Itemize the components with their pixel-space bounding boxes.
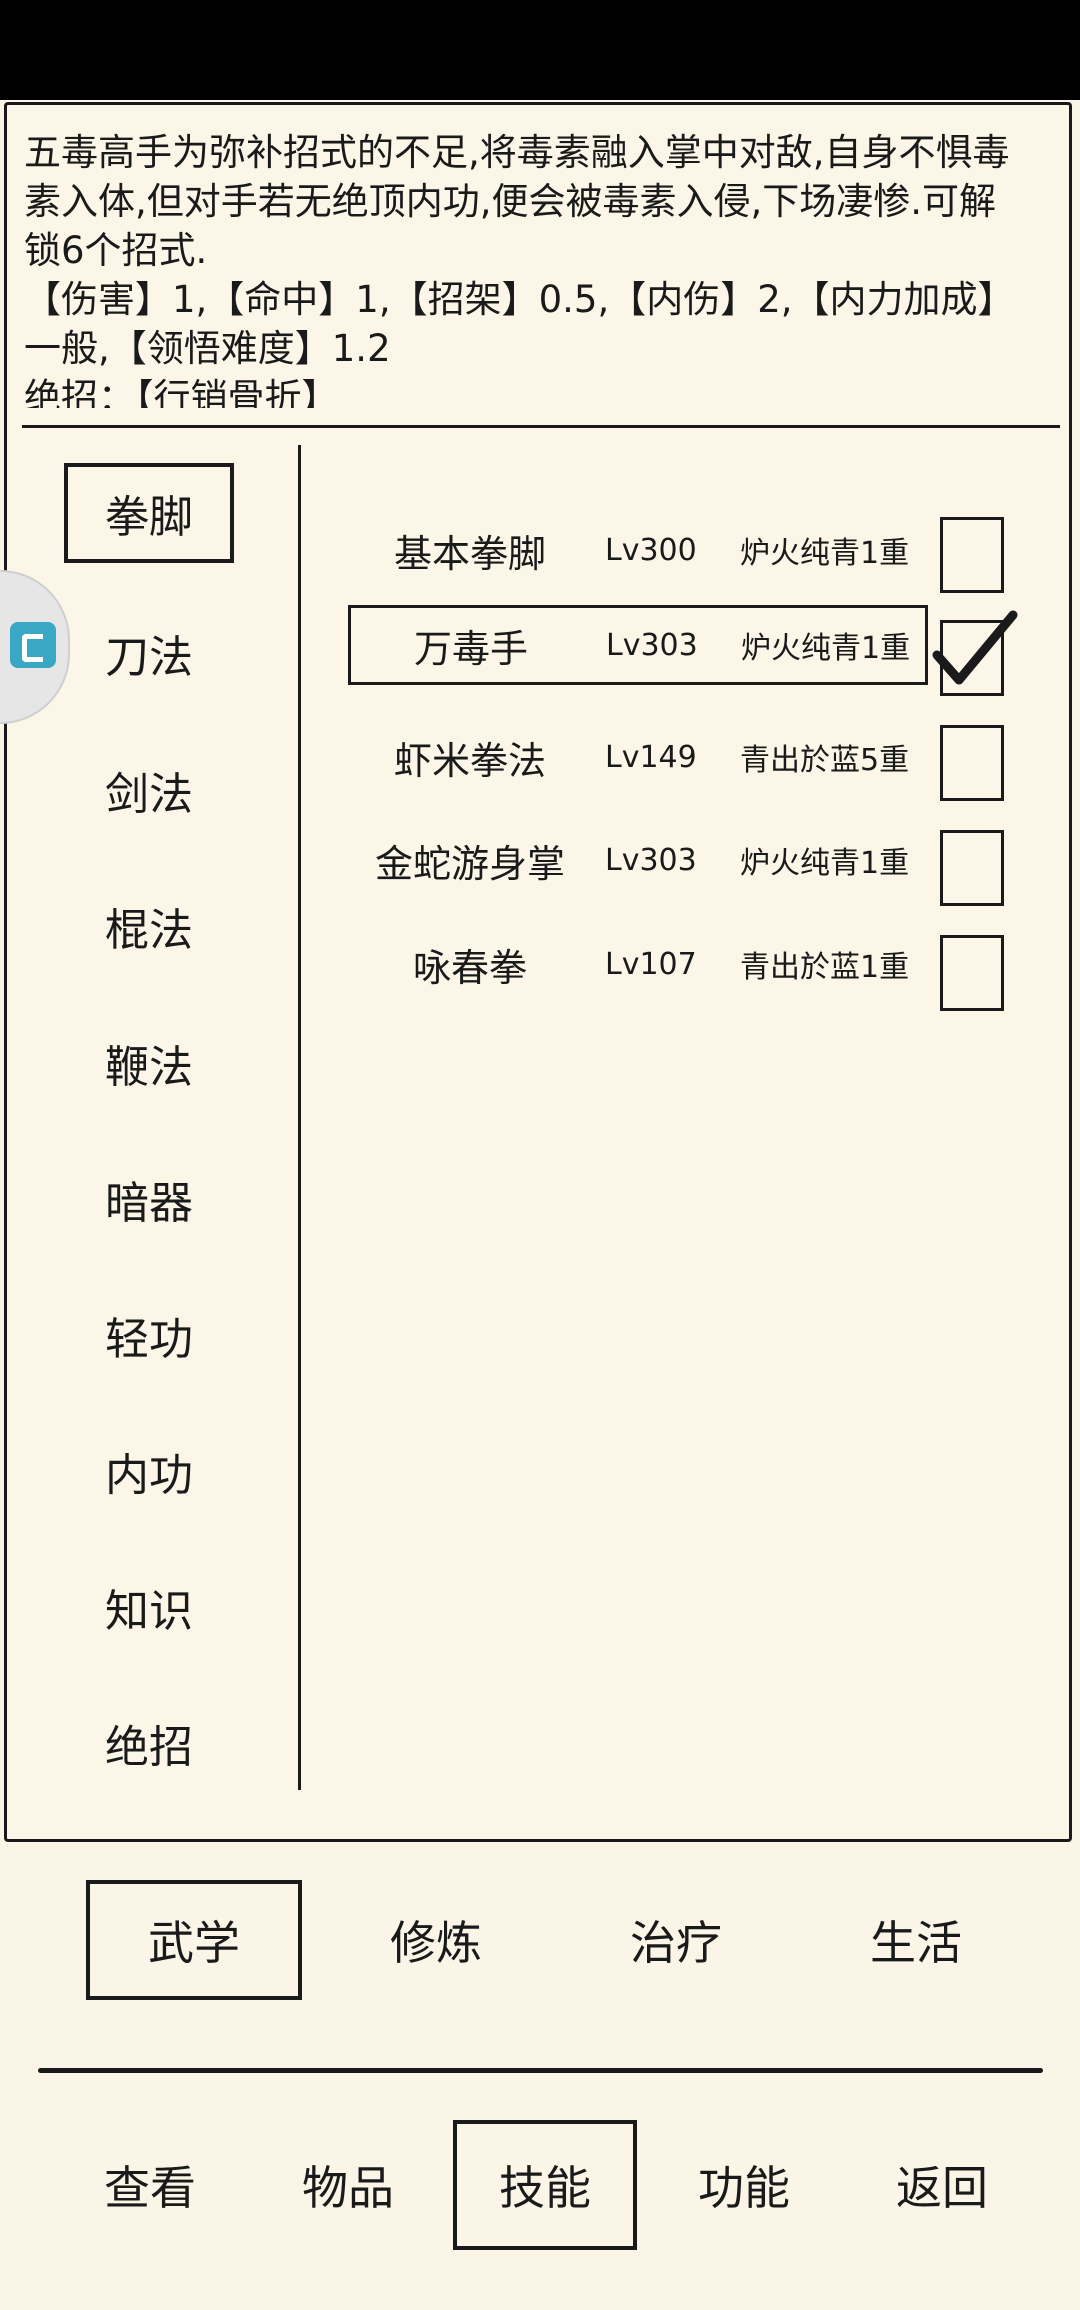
- skill-description: 五毒高手为弥补招式的不足,将毒素融入掌中对敌,自身不惧毒 素入体,但对手若无绝顶…: [24, 128, 1044, 408]
- category-neigong[interactable]: 内功: [64, 1421, 234, 1521]
- category-bianfa[interactable]: 鞭法: [64, 1013, 234, 1113]
- skill-checkbox[interactable]: [932, 610, 1018, 696]
- skill-level: Lv149: [605, 739, 697, 775]
- description-line: 一般,【领悟难度】1.2: [24, 327, 391, 370]
- tab-label: 治疗: [630, 1916, 722, 1970]
- description-line: 【伤害】1,【命中】1,【招架】0.5,【内伤】2,【内力加成】: [24, 278, 1015, 321]
- category-juezhao[interactable]: 绝招: [64, 1693, 234, 1793]
- category-quanjiao[interactable]: 拳脚: [64, 463, 234, 563]
- tab-label: 武学: [148, 1916, 240, 1970]
- category-jianfa[interactable]: 剑法: [64, 740, 234, 840]
- category-label: 拳脚: [105, 492, 193, 543]
- category-anqi[interactable]: 暗器: [64, 1149, 234, 1249]
- skill-realm: 炉火纯青1重: [740, 536, 910, 571]
- tab-xiulian[interactable]: 修炼: [328, 1880, 544, 2000]
- skill-checkbox[interactable]: [940, 725, 1004, 801]
- category-qinggong[interactable]: 轻功: [64, 1285, 234, 1385]
- skill-level: Lv300: [605, 532, 697, 568]
- divider: [22, 425, 1060, 428]
- category-label: 棍法: [105, 905, 193, 956]
- tab-zhiliao[interactable]: 治疗: [568, 1880, 784, 2000]
- nav-label: 技能: [499, 2161, 591, 2215]
- nav-label: 查看: [104, 2161, 196, 2215]
- skill-name: 基本拳脚: [393, 531, 546, 576]
- skill-level: Lv303: [605, 842, 697, 878]
- category-label: 知识: [105, 1586, 193, 1637]
- skill-row[interactable]: 咏春拳 Lv107 青出於蓝1重: [350, 924, 930, 1004]
- nav-view[interactable]: 查看: [60, 2120, 240, 2250]
- nav-back[interactable]: 返回: [852, 2120, 1032, 2250]
- checkmark-icon: [932, 610, 1018, 685]
- skill-name: 金蛇游身掌: [374, 841, 565, 886]
- skill-realm: 青出於蓝5重: [740, 743, 910, 778]
- skill-name: 虾米拳法: [393, 738, 546, 783]
- skill-row[interactable]: 基本拳脚 Lv300 炉火纯青1重: [350, 510, 930, 590]
- description-line: 锁6个招式.: [24, 229, 208, 272]
- skill-checkbox[interactable]: [940, 830, 1004, 906]
- tab-label: 生活: [870, 1916, 962, 1970]
- skill-row[interactable]: 金蛇游身掌 Lv303 炉火纯青1重: [350, 820, 930, 900]
- tab-wuxue[interactable]: 武学: [86, 1880, 302, 2000]
- nav-items[interactable]: 物品: [258, 2120, 438, 2250]
- nav-label: 功能: [698, 2161, 790, 2215]
- skill-checkbox[interactable]: [940, 517, 1004, 593]
- category-label: 轻功: [105, 1314, 193, 1365]
- category-label: 内功: [105, 1450, 193, 1501]
- category-label: 绝招: [105, 1722, 193, 1773]
- app-shortcut-icon: [10, 622, 56, 668]
- skill-realm: 炉火纯青1重: [740, 846, 910, 881]
- description-line: 绝招：【行销骨折】: [24, 376, 339, 408]
- skill-checkbox[interactable]: [940, 935, 1004, 1011]
- tab-shenghuo[interactable]: 生活: [808, 1880, 1024, 2000]
- description-line: 素入体,但对手若无绝顶内功,便会被毒素入侵,下场凄惨.可解: [24, 180, 997, 223]
- tab-label: 修炼: [390, 1916, 482, 1970]
- skill-level: Lv107: [605, 946, 697, 982]
- status-bar: [0, 0, 1080, 100]
- skill-name: 万毒手: [413, 626, 528, 671]
- skill-realm: 炉火纯青1重: [741, 631, 911, 666]
- nav-label: 返回: [896, 2161, 988, 2215]
- skill-realm: 青出於蓝1重: [740, 950, 910, 985]
- category-label: 剑法: [105, 769, 193, 820]
- category-label: 暗器: [105, 1178, 193, 1229]
- divider: [38, 2068, 1043, 2073]
- nav-functions[interactable]: 功能: [654, 2120, 834, 2250]
- skill-level: Lv303: [606, 627, 698, 663]
- nav-skills[interactable]: 技能: [453, 2120, 637, 2250]
- category-label: 刀法: [105, 632, 193, 683]
- category-gunfa[interactable]: 棍法: [64, 876, 234, 976]
- skill-row[interactable]: 虾米拳法 Lv149 青出於蓝5重: [350, 717, 930, 797]
- category-daofa[interactable]: 刀法: [64, 603, 234, 703]
- nav-label: 物品: [302, 2161, 394, 2215]
- description-line: 五毒高手为弥补招式的不足,将毒素融入掌中对敌,自身不惧毒: [24, 131, 1010, 174]
- category-label: 鞭法: [105, 1042, 193, 1093]
- vertical-divider: [298, 445, 301, 1790]
- skill-name: 咏春拳: [412, 945, 527, 990]
- skill-row[interactable]: 万毒手 Lv303 炉火纯青1重: [348, 605, 928, 685]
- category-zhishi[interactable]: 知识: [64, 1557, 234, 1657]
